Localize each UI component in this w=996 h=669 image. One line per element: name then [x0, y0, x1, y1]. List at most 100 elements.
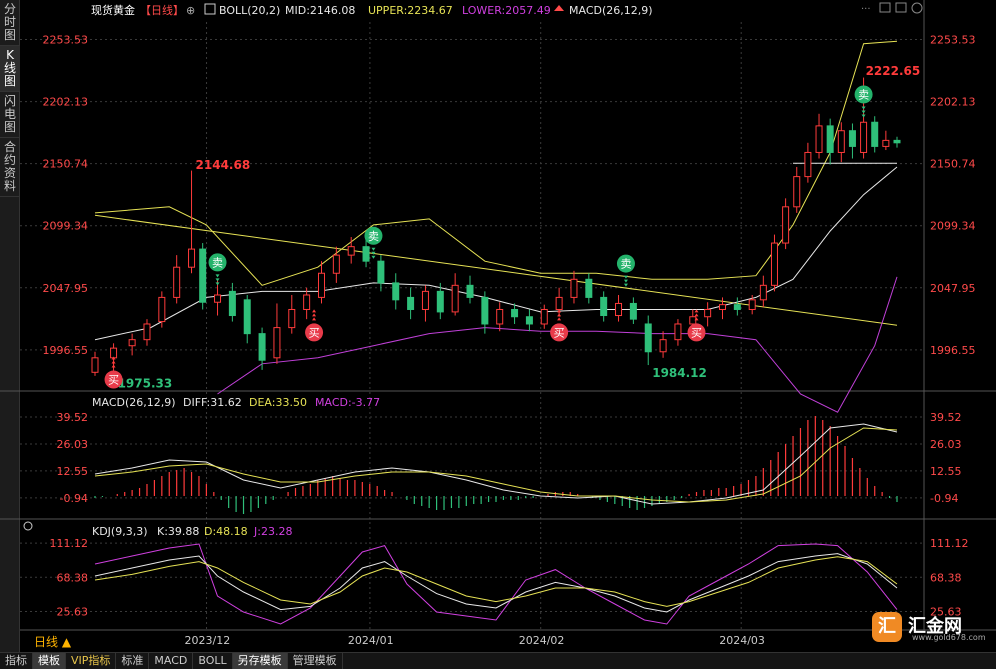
macd-chart: [94, 416, 898, 514]
signal-label: 买: [691, 326, 702, 339]
axis-labels: 1996.55 1996.55 2047.95 2047.95 2099.34 2099.…: [43, 33, 976, 647]
candle-body: [871, 121, 879, 147]
refresh-icon[interactable]: [911, 2, 923, 14]
candle-body: [228, 290, 236, 317]
signal-arrow: [215, 278, 220, 282]
signal-arrow: [861, 114, 866, 118]
candle-body: [332, 254, 340, 274]
candle-body: [143, 323, 151, 341]
x-tick-label: 2024/01: [348, 634, 394, 647]
instrument-name: 现货黄金: [91, 3, 135, 17]
price-tick-left: 1996.55: [43, 344, 89, 357]
signal-label: 卖: [620, 258, 631, 271]
signal-arrow: [371, 247, 376, 251]
candle-body: [173, 266, 181, 298]
price-annotation: 1984.12: [652, 366, 707, 380]
signal-arrow: [215, 274, 220, 278]
signal-label: 卖: [212, 256, 223, 269]
signal-arrow: [694, 313, 699, 317]
kdj-title: KDJ(9,3,3): [92, 525, 148, 538]
macd-title: MACD(26,12,9): [92, 396, 176, 409]
candle-body: [540, 308, 548, 325]
signal-arrow: [215, 282, 220, 286]
candle-body: [644, 323, 652, 353]
candle-body: [436, 290, 444, 313]
candle-body: [481, 296, 489, 325]
candle-body: [770, 242, 778, 286]
period-selector[interactable]: 日线 ▲: [34, 635, 72, 649]
candle-body: [511, 308, 519, 318]
signal-label: 卖: [858, 88, 869, 101]
candle-body: [377, 260, 385, 284]
candle-body: [91, 357, 99, 373]
candle-body: [718, 304, 726, 310]
x-tick-label: 2024/03: [719, 634, 765, 647]
candle-body: [748, 299, 756, 310]
signal-label: 买: [554, 326, 565, 339]
kdj-k-line: [94, 553, 898, 613]
x-tick-label: 2023/12: [185, 634, 231, 647]
price-tick-right: 2099.34: [930, 220, 976, 233]
signal-arrow: [312, 317, 317, 321]
boll-upper: UPPER:2234.67: [368, 4, 453, 17]
bottom-tab-7[interactable]: 管理模板: [288, 653, 343, 669]
bottom-tab-1[interactable]: 模板: [33, 653, 66, 669]
indicator-icon[interactable]: [204, 3, 216, 15]
macd-tick-left: 26.03: [57, 438, 89, 451]
signal-arrow: [312, 313, 317, 317]
candle-body: [674, 323, 682, 341]
kdj-tick-left: 68.38: [57, 571, 89, 584]
candle-body: [848, 130, 856, 147]
bottom-tab-4[interactable]: MACD: [149, 653, 194, 669]
bottom-tab-6[interactable]: 另存模板: [232, 653, 288, 669]
candle-body: [600, 296, 608, 317]
settings-icon[interactable]: ⊕: [186, 4, 195, 17]
diff-line: [94, 423, 898, 505]
kdj-j: J:23.28: [253, 525, 292, 538]
restore-icon[interactable]: [879, 2, 891, 13]
macd-tick-left: 12.55: [57, 465, 89, 478]
switch-arrow-icon[interactable]: [554, 5, 564, 11]
grid-lines: [20, 22, 924, 630]
candle-body: [188, 248, 196, 268]
signal-arrow: [623, 279, 628, 283]
macd-diff: DIFF:31.62: [183, 396, 242, 409]
signal-arrow: [861, 106, 866, 110]
maximize-icon[interactable]: [895, 2, 907, 13]
macd-tick-left: 39.52: [57, 411, 89, 424]
candle-body: [303, 294, 311, 310]
kdj-tick-left: 111.12: [50, 537, 89, 550]
kdj-j-line: [94, 543, 898, 625]
logo-url: www.gold678.com: [912, 633, 986, 642]
signal-label: 卖: [368, 230, 379, 243]
candle-body: [243, 299, 251, 335]
bottom-toolbar: 指标 模板 VIP指标 标准 MACD BOLL 另存模板 管理模板: [0, 652, 996, 669]
bottom-tab-5[interactable]: BOLL: [193, 653, 233, 669]
kdj-tick-left: 25.63: [57, 605, 89, 618]
price-annotation: 1975.33: [118, 377, 173, 391]
bottom-tab-2[interactable]: VIP指标: [66, 653, 117, 669]
bottom-tab-3[interactable]: 标准: [116, 653, 150, 669]
price-tick-right: 1996.55: [930, 344, 976, 357]
kdj-settings-icon[interactable]: [23, 521, 33, 531]
macd-tick-right: -0.94: [930, 492, 958, 505]
price-annotation: 2222.65: [866, 64, 921, 78]
macd-tick-right: 12.55: [930, 465, 962, 478]
kdj-tick-right: 68.38: [930, 571, 962, 584]
candle-body: [199, 248, 207, 303]
candle-body: [347, 246, 355, 256]
candle-body: [815, 125, 823, 153]
candle-body: [826, 125, 834, 153]
candle-body: [258, 333, 266, 361]
candle-body: [496, 308, 504, 325]
bottom-tab-0[interactable]: 指标: [0, 653, 33, 669]
candle-body: [555, 296, 563, 310]
signal-arrow: [312, 309, 317, 313]
macd-tick-right: 39.52: [930, 411, 962, 424]
price-tick-right: 2253.53: [930, 33, 976, 46]
signal-label: 买: [108, 374, 119, 387]
signal-arrow: [623, 283, 628, 287]
more-icon[interactable]: ···: [861, 4, 871, 15]
candle-body: [793, 176, 801, 208]
price-tick-left: 2099.34: [43, 220, 89, 233]
